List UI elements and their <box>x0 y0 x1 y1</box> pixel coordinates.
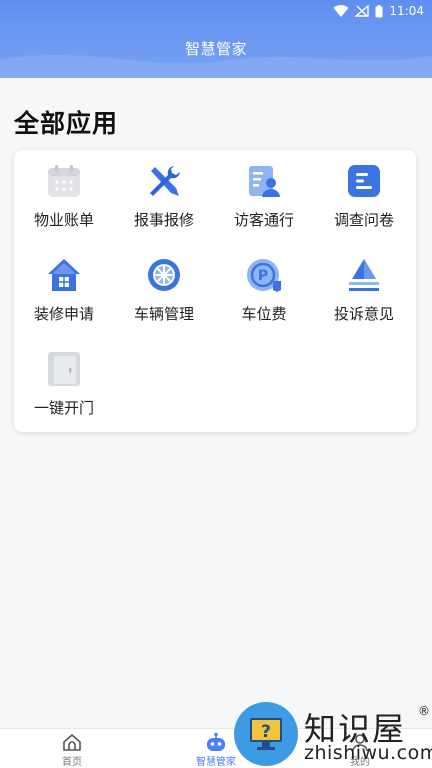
tab-label: 首页 <box>62 757 82 768</box>
visitor-icon <box>245 162 283 200</box>
parking-icon: P <box>245 256 283 294</box>
watermark-registered: ® <box>418 704 430 718</box>
app-label: 物业账单 <box>33 211 94 229</box>
svg-text:?: ? <box>261 722 271 742</box>
app-label: 一键开门 <box>33 399 94 417</box>
app-property-bill[interactable]: 物业账单 <box>14 150 114 240</box>
app-label: 报事报修 <box>133 211 194 229</box>
svg-text:P: P <box>258 268 268 284</box>
app-label: 装修申请 <box>33 305 94 323</box>
app-label: 投诉意见 <box>333 305 394 323</box>
tab-home[interactable]: 首页 <box>22 729 122 768</box>
header-bar: 11:04 智慧管家 <box>0 0 432 78</box>
help-monitor-icon: ? <box>250 718 282 750</box>
house-icon <box>45 256 83 294</box>
door-icon <box>45 350 83 388</box>
complaint-icon <box>345 256 383 294</box>
app-label: 车辆管理 <box>133 305 194 323</box>
robot-icon <box>205 732 227 752</box>
watermark-domain: zhishiwu.com <box>304 742 432 764</box>
wifi-icon <box>333 5 349 17</box>
status-time: 11:04 <box>389 4 424 18</box>
home-icon <box>62 732 82 752</box>
no-signal-icon <box>355 5 370 17</box>
calendar-icon <box>45 162 83 200</box>
app-label: 车位费 <box>241 305 287 323</box>
app-label: 调查问卷 <box>333 211 394 229</box>
app-parking-fee[interactable]: P 车位费 <box>214 244 314 334</box>
page-title: 智慧管家 <box>184 40 247 58</box>
battery-icon <box>375 4 383 17</box>
app-decoration-apply[interactable]: 装修申请 <box>14 244 114 334</box>
app-vehicle-manage[interactable]: 车辆管理 <box>114 244 214 334</box>
app-visitor-pass[interactable]: 访客通行 <box>214 150 314 240</box>
section-title: 全部应用 <box>14 109 119 138</box>
app-label: 访客通行 <box>233 211 294 229</box>
app-survey[interactable]: 调查问卷 <box>314 150 414 240</box>
app-repair-report[interactable]: 报事报修 <box>114 150 214 240</box>
watermark: ? 知识屋 ® zhishiwu.com <box>232 702 432 768</box>
status-bar: 11:04 <box>333 2 424 20</box>
main-content: 全部应用 物业账单 报事报修 访客通行 调查问卷 装修申请 车辆管理 P 车位费… <box>0 78 432 728</box>
tools-icon <box>145 162 183 200</box>
watermark-logo: ? <box>234 702 298 766</box>
tab-label: 智慧管家 <box>196 757 236 768</box>
app-complaint[interactable]: 投诉意见 <box>314 244 414 334</box>
wheel-icon <box>145 256 183 294</box>
app-one-key-open-door[interactable]: 一键开门 <box>14 338 114 428</box>
survey-icon <box>345 162 383 200</box>
apps-card: 物业账单 报事报修 访客通行 调查问卷 装修申请 车辆管理 P 车位费 投诉意见… <box>14 150 416 432</box>
